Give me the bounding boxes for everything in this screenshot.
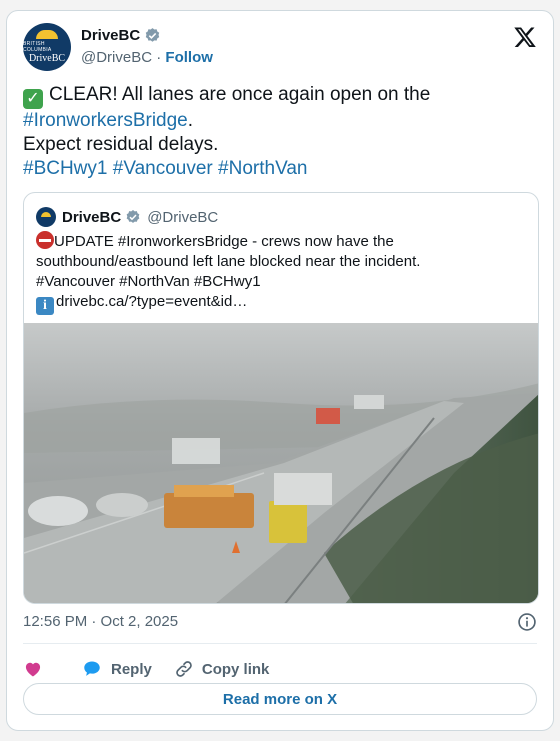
quoted-link: drivebc.ca/?type=event&id… (56, 293, 248, 310)
hashtag-link[interactable]: #Vancouver (113, 158, 213, 179)
divider (23, 643, 537, 644)
tweet-text: ✓ CLEAR! All lanes are once again open on… (23, 83, 539, 181)
quoted-tweet-text: UPDATE #IronworkersBridge - crews now ha… (36, 231, 526, 315)
tweet-line2-suffix: . (187, 110, 194, 131)
tweet-hashtags: #BCHwy1 #Vancouver #NorthVan (23, 157, 539, 181)
handle-separator: · (156, 49, 162, 66)
read-more-button[interactable]: Read more on X (23, 683, 537, 715)
tweet-card: BRITISH COLUMBIA DriveBC DriveBC @DriveB… (6, 10, 554, 731)
hashtag-link[interactable]: #NorthVan (218, 158, 307, 179)
tweet-timestamp[interactable]: 12:56 PM · Oct 2, 2025 (23, 613, 178, 630)
x-logo-icon[interactable] (513, 25, 537, 49)
quoted-author-handle: @DriveBC (147, 208, 219, 226)
like-button[interactable] (23, 659, 51, 679)
reply-button[interactable]: Reply (81, 659, 152, 679)
quoted-line-1: UPDATE #IronworkersBridge - crews now ha… (36, 231, 526, 252)
verified-badge-icon (145, 28, 160, 42)
copy-link-button[interactable]: Copy link (174, 659, 270, 679)
quoted-line-4: i drivebc.ca/?type=event&id… (36, 292, 526, 315)
avatar-small-text: BRITISH COLUMBIA (23, 41, 52, 53)
quoted-line-2: southbound/eastbound left lane blocked n… (36, 253, 421, 270)
author-name[interactable]: DriveBC (81, 27, 140, 44)
heart-icon (25, 662, 41, 677)
hashtag-link-ironworkersbridge[interactable]: #IronworkersBridge (23, 110, 188, 131)
no-entry-icon (36, 231, 54, 249)
link-icon (176, 661, 192, 677)
tweet-text-line1: CLEAR! All lanes are once again open on … (49, 84, 431, 105)
info-emoji-icon: i (36, 297, 54, 315)
quoted-tweet[interactable]: DriveBC @DriveBC UPDATE #IronworkersBrid… (23, 192, 539, 604)
quoted-line-3: #Vancouver #NorthVan #BCHwy1 (36, 273, 261, 290)
quoted-author-name: DriveBC (62, 208, 122, 226)
tweet-line-3: Expect residual delays. (23, 134, 219, 155)
author-handle-row: @DriveBC · Follow (81, 49, 213, 66)
tweet-line-1: ✓ CLEAR! All lanes are once again open on… (23, 83, 539, 109)
avatar-sun-icon (36, 30, 58, 39)
tweet-actions: Reply Copy link (23, 651, 291, 687)
verified-badge-icon (126, 210, 140, 223)
avatar-logo-text: DriveBC (28, 53, 66, 64)
reply-bubble-icon (84, 661, 100, 676)
author-handle[interactable]: @DriveBC (81, 49, 152, 66)
avatar[interactable]: BRITISH COLUMBIA DriveBC (23, 23, 71, 71)
info-icon[interactable] (517, 612, 537, 632)
hashtag-link[interactable]: #BCHwy1 (23, 158, 107, 179)
copy-link-label: Copy link (201, 660, 270, 678)
traffic-camera-image (24, 323, 538, 603)
tweet-line-2: #IronworkersBridge. (23, 109, 539, 133)
quoted-avatar (36, 207, 56, 227)
tweet-header: BRITISH COLUMBIA DriveBC DriveBC @DriveB… (23, 23, 537, 73)
quoted-tweet-header: DriveBC @DriveBC (36, 207, 218, 227)
author-name-row: DriveBC (81, 27, 161, 44)
follow-button[interactable]: Follow (165, 49, 213, 66)
reply-label: Reply (111, 660, 152, 678)
check-mark-icon: ✓ (23, 89, 43, 109)
